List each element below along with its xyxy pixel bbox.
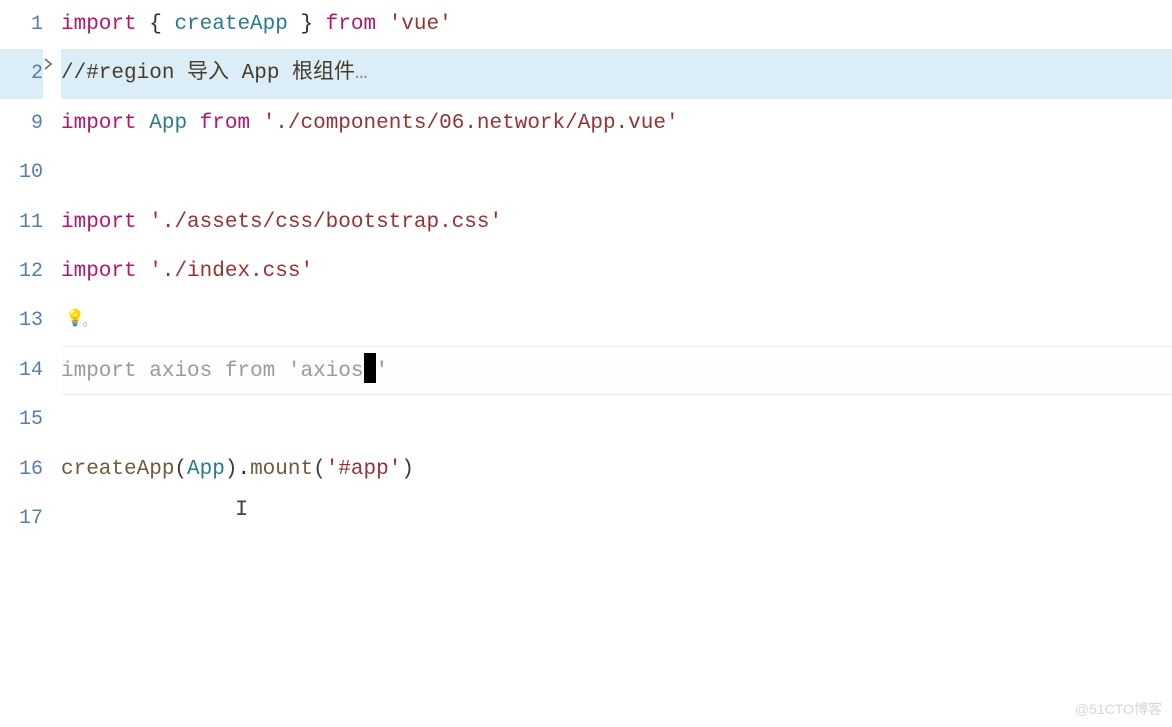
keyword-import: import: [61, 211, 137, 234]
line-number: 13: [0, 296, 43, 345]
line-number: 11: [0, 198, 43, 247]
string-literal: '#app': [326, 458, 402, 481]
keyword-import: import: [61, 260, 137, 283]
current-code-line: import axios from 'axios ': [61, 346, 1172, 395]
code-line: createApp(App).mount('#app'): [61, 445, 1172, 494]
keyword-import: import: [61, 112, 137, 135]
brace: {: [137, 13, 175, 36]
function-call: createApp: [61, 458, 174, 481]
code-editor[interactable]: 1 2 9 10 11 12 13 14 15 16 17 import { c…: [0, 0, 1172, 727]
folded-region-line: //#region 导入 App 根组件…: [61, 49, 1172, 98]
code-line: import './assets/css/bootstrap.css': [61, 198, 1172, 247]
fold-expand-icon[interactable]: [39, 55, 57, 73]
lightbulb-icon[interactable]: 💡: [65, 308, 85, 328]
watermark-text: @51CTO博客: [1075, 699, 1162, 719]
code-line: import './index.css': [61, 247, 1172, 296]
line-number: 10: [0, 148, 43, 197]
string-literal: './assets/css/bootstrap.css': [149, 211, 502, 234]
line-number-gutter: 1 2 9 10 11 12 13 14 15 16 17: [0, 0, 57, 727]
string-literal: 'vue': [389, 13, 452, 36]
code-line: import { createApp } from 'vue': [61, 0, 1172, 49]
keyword-from: from: [225, 360, 275, 383]
line-number: 9: [0, 99, 43, 148]
keyword-import: import: [61, 13, 137, 36]
line-number: 17: [0, 494, 43, 543]
code-content[interactable]: import { createApp } from 'vue' //#regio…: [57, 0, 1172, 727]
code-line: import App from './components/06.network…: [61, 99, 1172, 148]
text-cursor: [364, 353, 376, 383]
method-call: mount: [250, 458, 313, 481]
identifier: App: [149, 112, 187, 135]
empty-line: [61, 148, 1172, 197]
region-comment: //#region 导入 App 根组件: [61, 62, 355, 85]
empty-line: [61, 494, 1172, 543]
line-number: 2: [0, 49, 43, 98]
empty-line: [61, 395, 1172, 444]
identifier: App: [187, 458, 225, 481]
line-number: 1: [0, 0, 43, 49]
fold-ellipsis-icon[interactable]: …: [355, 62, 368, 85]
keyword-from: from: [200, 112, 250, 135]
line-number: 12: [0, 247, 43, 296]
identifier: axios: [149, 360, 212, 383]
brace: }: [288, 13, 326, 36]
keyword-from: from: [326, 13, 376, 36]
string-literal: './components/06.network/App.vue': [263, 112, 679, 135]
line-number: 16: [0, 445, 43, 494]
identifier: createApp: [174, 13, 287, 36]
string-literal: ': [376, 360, 389, 383]
keyword-import: import: [61, 360, 137, 383]
string-literal: './index.css': [149, 260, 313, 283]
line-number: 15: [0, 395, 43, 444]
string-literal: 'axios: [288, 360, 364, 383]
line-number: 14: [0, 346, 43, 395]
empty-line: [61, 296, 1172, 345]
